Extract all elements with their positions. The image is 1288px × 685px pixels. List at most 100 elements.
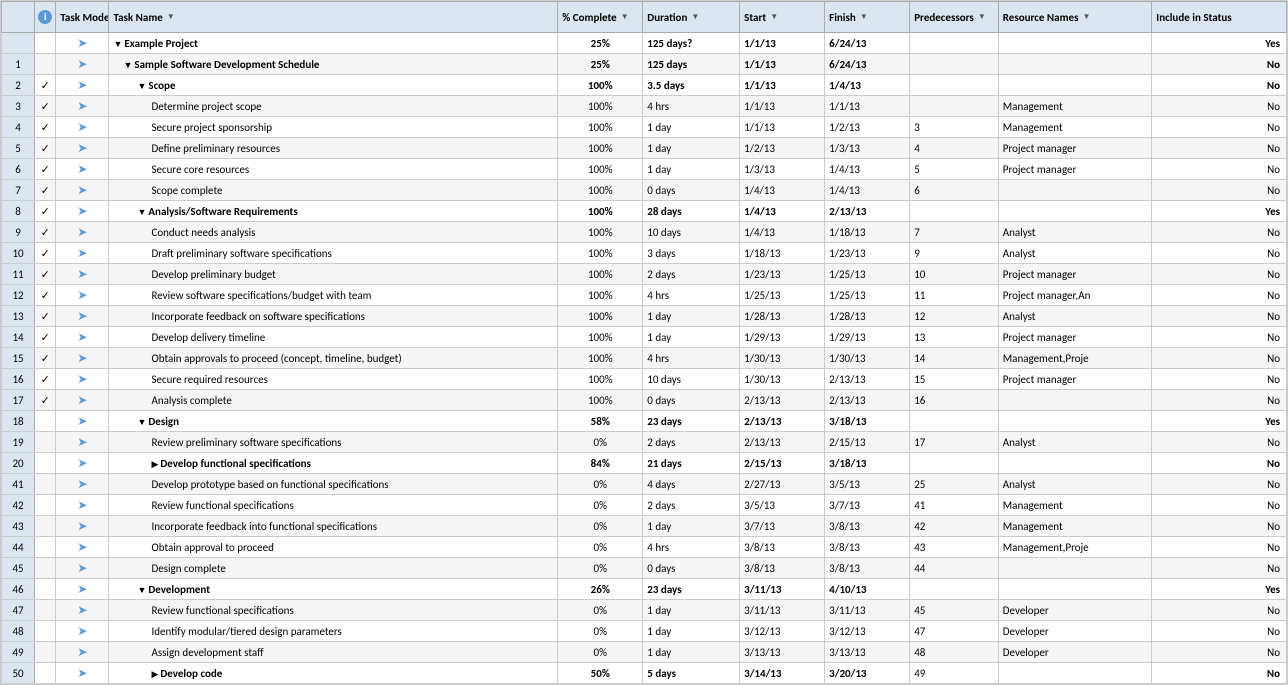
collapse-icon[interactable]: ▼ (137, 81, 146, 92)
task-name-cell[interactable]: Scope complete (109, 180, 558, 201)
check-cell: ✓ (35, 75, 56, 96)
table-row[interactable]: 1➤▼Sample Software Development Schedule2… (2, 54, 1287, 75)
task-name-cell[interactable]: ▼Example Project (109, 33, 558, 54)
task-name-cell[interactable]: Review functional specifications (109, 600, 558, 621)
checkmark-icon: ✓ (41, 79, 50, 92)
table-row[interactable]: 5✓➤Define preliminary resources100%1 day… (2, 138, 1287, 159)
expand-icon[interactable]: ▶ (151, 669, 158, 680)
task-name-cell[interactable]: Develop delivery timeline (109, 327, 558, 348)
task-name-cell[interactable]: Review preliminary software specificatio… (109, 432, 558, 453)
collapse-icon[interactable]: ▼ (137, 417, 146, 428)
task-name-cell[interactable]: Secure required resources (109, 369, 558, 390)
duration-header[interactable]: Duration ▼ (643, 2, 740, 33)
collapse-icon[interactable]: ▼ (137, 207, 146, 218)
table-row[interactable]: ➤▼Example Project25%125 days?1/1/136/24/… (2, 33, 1287, 54)
table-row[interactable]: 41➤Develop prototype based on functional… (2, 474, 1287, 495)
task-name-cell[interactable]: Develop prototype based on functional sp… (109, 474, 558, 495)
table-row[interactable]: 50➤▶Develop code50%5 days3/14/133/20/134… (2, 663, 1287, 684)
finish-cell: 2/13/13 (825, 201, 910, 222)
include-in-status-header[interactable]: Include in Status (1152, 2, 1287, 33)
task-name-cell[interactable]: ▼Scope (109, 75, 558, 96)
task-name-cell[interactable]: Define preliminary resources (109, 138, 558, 159)
finish-cell: 6/24/13 (825, 54, 910, 75)
task-name-cell[interactable]: Obtain approval to proceed (109, 537, 558, 558)
table-row[interactable]: 18➤▼Design58%23 days2/13/133/18/13Yes (2, 411, 1287, 432)
table-row[interactable]: 7✓➤Scope complete100%0 days1/4/131/4/136… (2, 180, 1287, 201)
task-name-cell[interactable]: ▼Analysis/Software Requirements (109, 201, 558, 222)
duration-cell: 4 hrs (643, 348, 740, 369)
task-name-cell[interactable]: Design complete (109, 558, 558, 579)
pct-complete-header[interactable]: % Complete ▼ (558, 2, 643, 33)
duration-cell: 1 day (643, 117, 740, 138)
collapse-icon[interactable]: ▼ (123, 60, 132, 71)
predecessors-header[interactable]: Predecessors ▼ (910, 2, 999, 33)
table-row[interactable]: 8✓➤▼Analysis/Software Requirements100%28… (2, 201, 1287, 222)
task-name-cell[interactable]: ▶Develop code (109, 663, 558, 684)
table-row[interactable]: 6✓➤Secure core resources100%1 day1/3/131… (2, 159, 1287, 180)
table-row[interactable]: 2✓➤▼Scope100%3.5 days1/1/131/4/13No (2, 75, 1287, 96)
table-row[interactable]: 20➤▶Develop functional specifications84%… (2, 453, 1287, 474)
pct-sort-icon[interactable]: ▼ (621, 12, 629, 22)
pred-sort-icon[interactable]: ▼ (978, 12, 986, 22)
table-row[interactable]: 15✓➤Obtain approvals to proceed (concept… (2, 348, 1287, 369)
task-name-cell[interactable]: Determine project scope (109, 96, 558, 117)
task-name-cell[interactable]: Assign development staff (109, 642, 558, 663)
finish-sort-icon[interactable]: ▼ (860, 12, 868, 22)
table-row[interactable]: 9✓➤Conduct needs analysis100%10 days1/4/… (2, 222, 1287, 243)
table-row[interactable]: 43➤Incorporate feedback into functional … (2, 516, 1287, 537)
task-name-cell[interactable]: ▼Design (109, 411, 558, 432)
table-row[interactable]: 45➤Design complete0%0 days3/8/133/8/1344… (2, 558, 1287, 579)
table-row[interactable]: 12✓➤Review software specifications/budge… (2, 285, 1287, 306)
expand-icon[interactable]: ▶ (151, 459, 158, 470)
table-row[interactable]: 19➤Review preliminary software specifica… (2, 432, 1287, 453)
resource-names-cell: Project manager (998, 369, 1152, 390)
task-name-cell[interactable]: ▶Develop functional specifications (109, 453, 558, 474)
task-name-header[interactable]: Task Name ▼ (109, 2, 558, 33)
table-row[interactable]: 4✓➤Secure project sponsorship100%1 day1/… (2, 117, 1287, 138)
finish-cell: 1/2/13 (825, 117, 910, 138)
task-mode-cell: ➤ (56, 180, 109, 201)
project-grid: i Task Mode ▼ Task Name ▼ % Com (0, 0, 1288, 685)
collapse-icon[interactable]: ▼ (113, 39, 122, 50)
task-name-cell[interactable]: Obtain approvals to proceed (concept, ti… (109, 348, 558, 369)
task-name-cell[interactable]: Analysis complete (109, 390, 558, 411)
res-sort-icon[interactable]: ▼ (1082, 12, 1090, 22)
task-name-cell[interactable]: Secure core resources (109, 159, 558, 180)
table-row[interactable]: 14✓➤Develop delivery timeline100%1 day1/… (2, 327, 1287, 348)
task-name-cell[interactable]: ▼Development (109, 579, 558, 600)
task-name-cell[interactable]: Review functional specifications (109, 495, 558, 516)
task-mode-arrow-icon: ➤ (77, 520, 87, 534)
task-name-cell[interactable]: Review software specifications/budget wi… (109, 285, 558, 306)
task-name-text: Scope (148, 79, 175, 92)
start-header[interactable]: Start ▼ (740, 2, 825, 33)
table-row[interactable]: 11✓➤Develop preliminary budget100%2 days… (2, 264, 1287, 285)
task-name-cell[interactable]: Identify modular/tiered design parameter… (109, 621, 558, 642)
table-row[interactable]: 16✓➤Secure required resources100%10 days… (2, 369, 1287, 390)
task-name-cell[interactable]: Conduct needs analysis (109, 222, 558, 243)
table-row[interactable]: 17✓➤Analysis complete100%0 days2/13/132/… (2, 390, 1287, 411)
task-name-cell[interactable]: Incorporate feedback on software specifi… (109, 306, 558, 327)
task-name-cell[interactable]: Secure project sponsorship (109, 117, 558, 138)
task-name-cell[interactable]: ▼Sample Software Development Schedule (109, 54, 558, 75)
finish-header[interactable]: Finish ▼ (825, 2, 910, 33)
row-number: 13 (2, 306, 35, 327)
start-cell: 1/3/13 (740, 159, 825, 180)
table-row[interactable]: 13✓➤Incorporate feedback on software spe… (2, 306, 1287, 327)
start-sort-icon[interactable]: ▼ (770, 12, 778, 22)
task-name-cell[interactable]: Draft preliminary software specification… (109, 243, 558, 264)
table-row[interactable]: 44➤Obtain approval to proceed0%4 hrs3/8/… (2, 537, 1287, 558)
duration-sort-icon[interactable]: ▼ (691, 12, 699, 22)
table-row[interactable]: 10✓➤Draft preliminary software specifica… (2, 243, 1287, 264)
task-name-sort-icon[interactable]: ▼ (167, 12, 175, 22)
table-row[interactable]: 49➤Assign development staff0%1 day3/13/1… (2, 642, 1287, 663)
table-row[interactable]: 48➤Identify modular/tiered design parame… (2, 621, 1287, 642)
collapse-icon[interactable]: ▼ (137, 585, 146, 596)
task-name-cell[interactable]: Incorporate feedback into functional spe… (109, 516, 558, 537)
table-row[interactable]: 42➤Review functional specifications0%2 d… (2, 495, 1287, 516)
resource-names-header[interactable]: Resource Names ▼ (998, 2, 1152, 33)
task-name-cell[interactable]: Develop preliminary budget (109, 264, 558, 285)
task-mode-header[interactable]: Task Mode ▼ (56, 2, 109, 33)
table-row[interactable]: 47➤Review functional specifications0%1 d… (2, 600, 1287, 621)
table-row[interactable]: 46➤▼Development26%23 days3/11/134/10/13Y… (2, 579, 1287, 600)
table-row[interactable]: 3✓➤Determine project scope100%4 hrs1/1/1… (2, 96, 1287, 117)
